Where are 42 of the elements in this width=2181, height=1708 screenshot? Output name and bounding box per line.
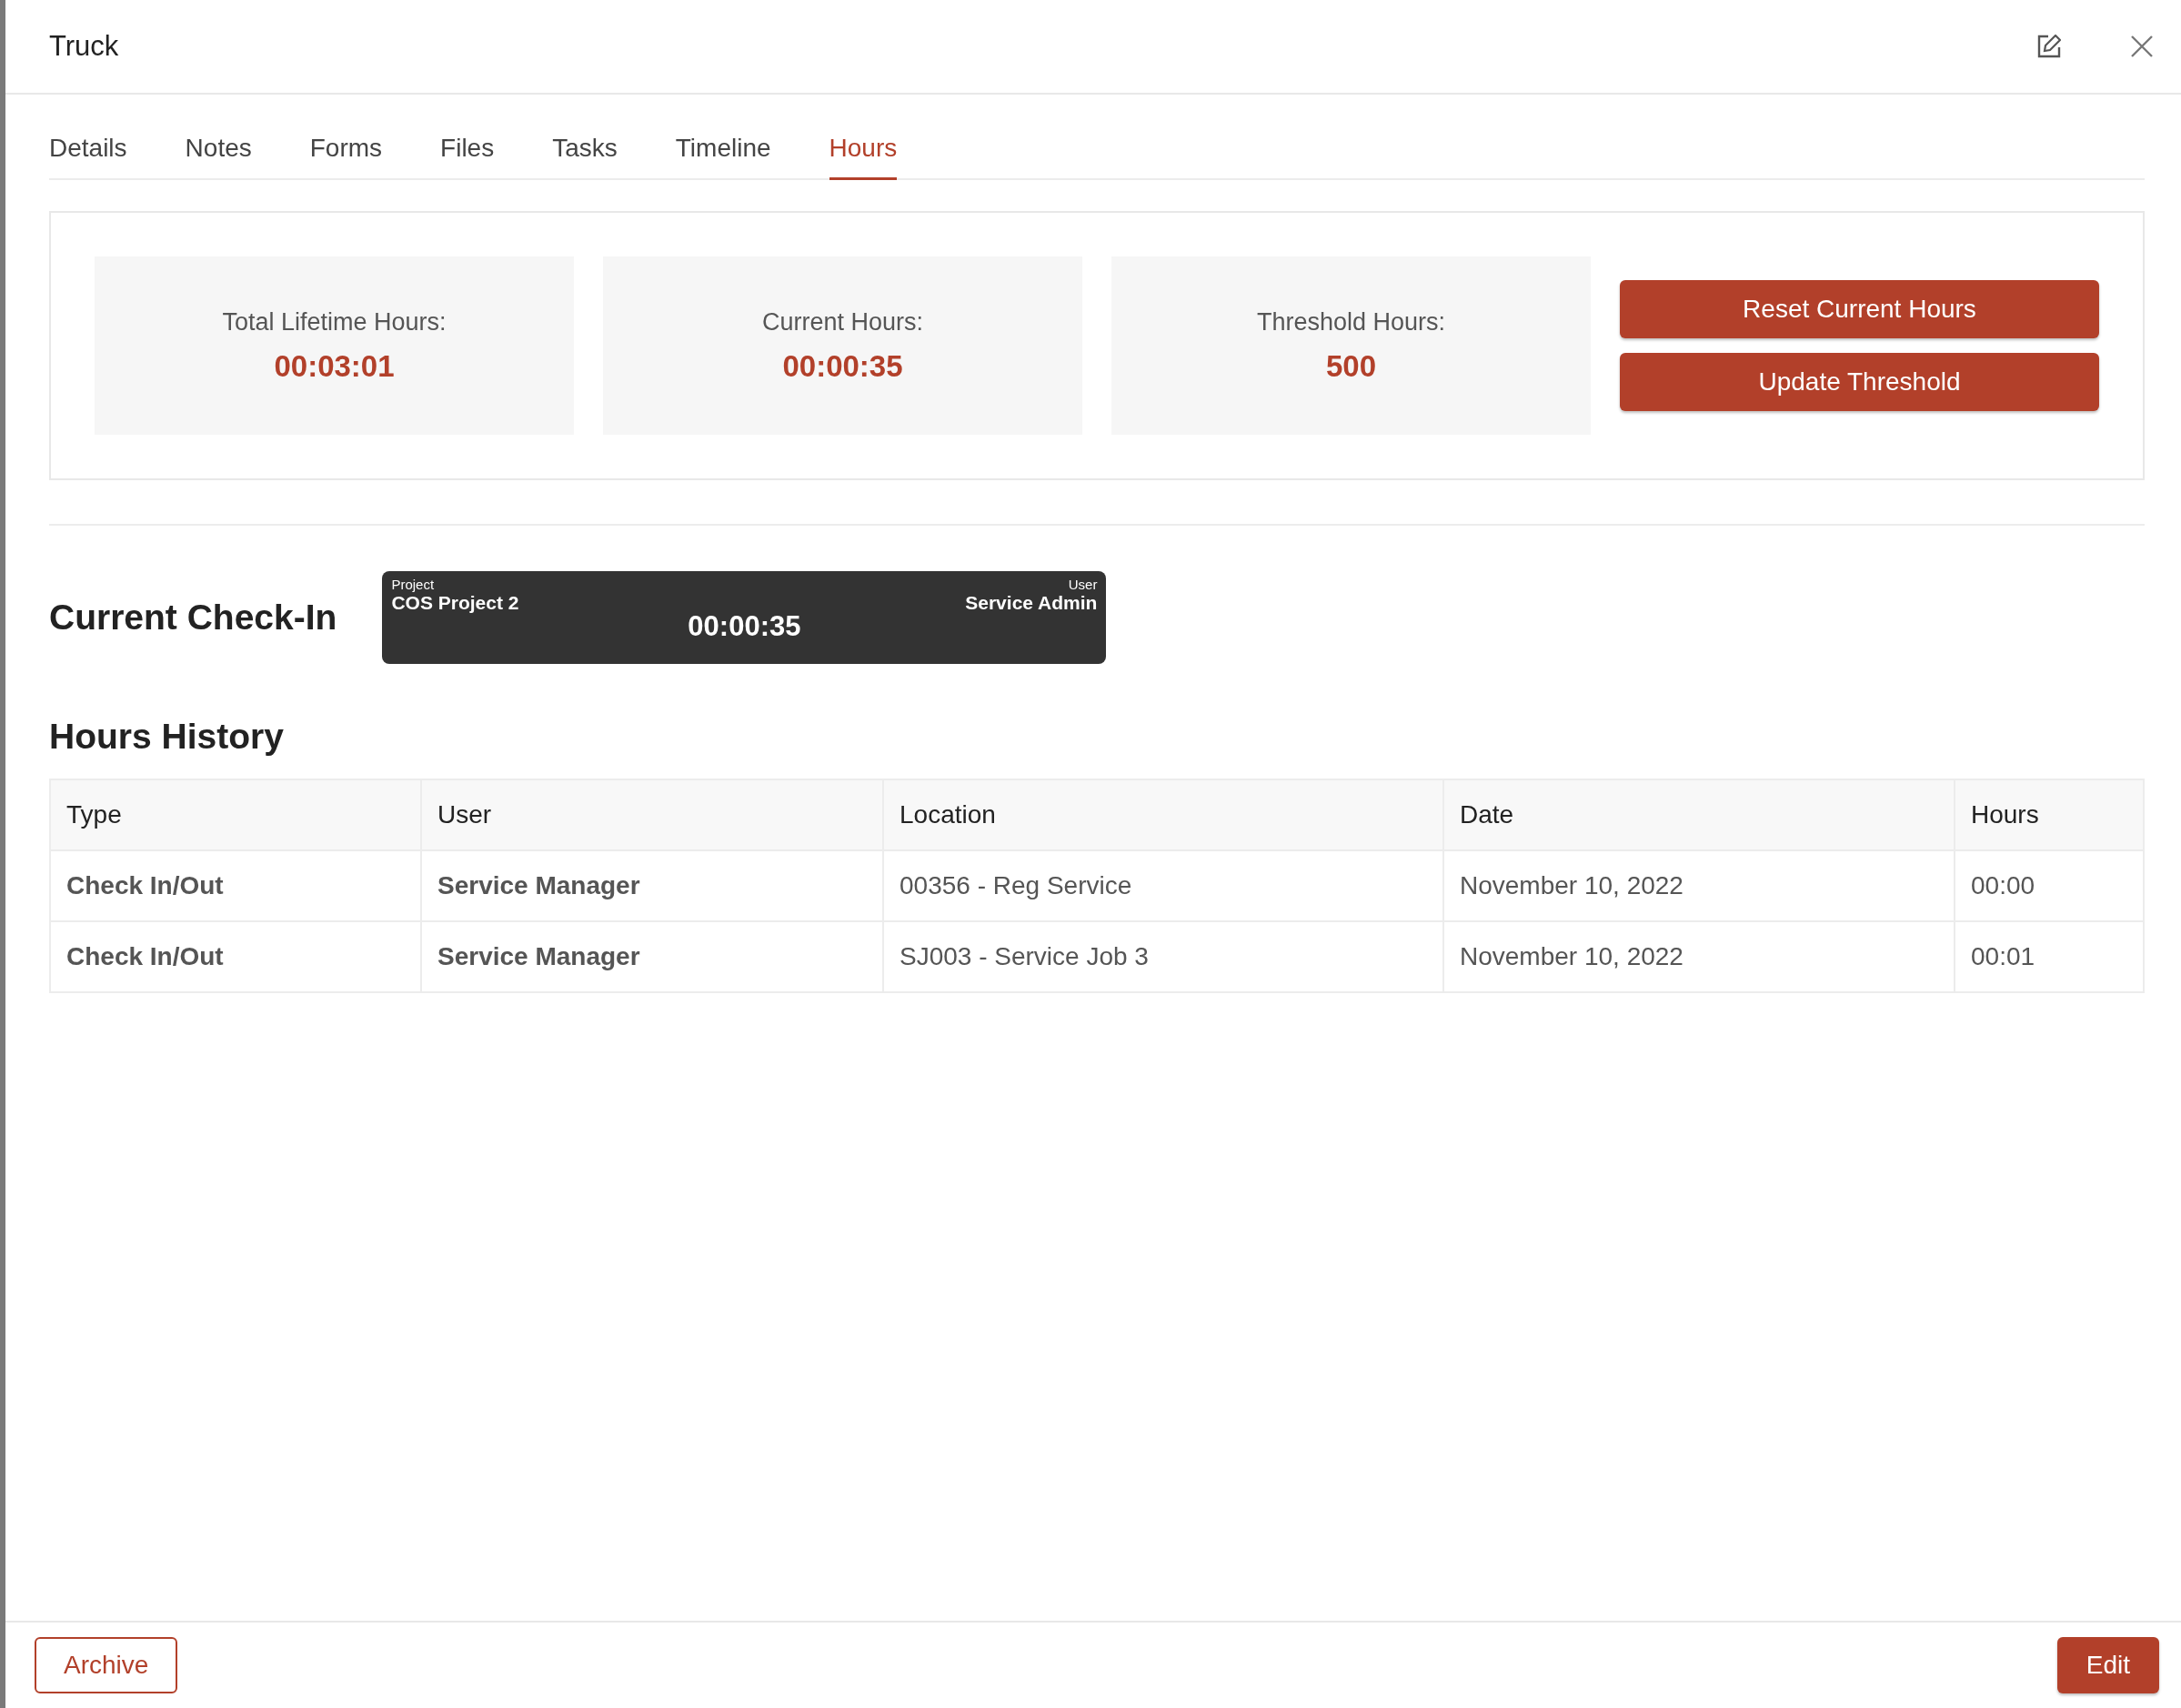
timer: 00:00:35 <box>688 610 801 643</box>
section-heading: Hours History <box>49 717 285 757</box>
tab[interactable]: Files <box>440 95 495 180</box>
tab[interactable]: Details <box>49 95 127 180</box>
table-cell: 00:01 <box>1955 921 2144 992</box>
table-cell: SJ003 - Service Job 3 <box>883 921 1443 992</box>
stat-value: 00:00:35 <box>782 348 903 384</box>
edit-icon[interactable] <box>2037 35 2061 58</box>
tab[interactable]: Tasks <box>552 95 618 180</box>
close-icon[interactable] <box>2130 35 2154 58</box>
column-header: Hours <box>1955 779 2144 850</box>
stat-value: 00:03:01 <box>274 348 395 384</box>
action-button[interactable]: Update Threshold <box>1620 353 2099 411</box>
table-cell: Check In/Out <box>50 921 421 992</box>
action-button[interactable]: Reset Current Hours <box>1620 280 2099 338</box>
stat-label: Total Lifetime Hours: <box>222 307 447 337</box>
table-cell: 00356 - Reg Service <box>883 850 1443 921</box>
table-cell: November 10, 2022 <box>1443 850 1955 921</box>
tab[interactable]: Forms <box>309 95 383 180</box>
user-label: User <box>1068 577 1098 592</box>
table-cell: Service Manager <box>421 921 883 992</box>
window-title: Truck <box>49 30 119 63</box>
tab[interactable]: Notes <box>185 95 252 180</box>
stat-value: 500 <box>1325 348 1377 384</box>
section-heading: Current Check-In <box>49 598 337 638</box>
user-name: Service Admin <box>965 592 1098 614</box>
archive-button[interactable]: Archive <box>35 1637 178 1693</box>
tab[interactable]: Hours <box>829 95 898 180</box>
column-header: User <box>421 779 883 850</box>
column-header: Location <box>883 779 1443 850</box>
project-label: Project <box>391 577 436 592</box>
tab[interactable]: Timeline <box>675 95 771 180</box>
table-cell: 00:00 <box>1955 850 2144 921</box>
stat-label: Current Hours: <box>761 307 924 337</box>
column-header: Type <box>50 779 421 850</box>
table-cell: November 10, 2022 <box>1443 921 1955 992</box>
stat-label: Threshold Hours: <box>1256 307 1446 337</box>
column-header: Date <box>1443 779 1955 850</box>
table-cell: Check In/Out <box>50 850 421 921</box>
edit-button[interactable]: Edit <box>2056 1637 2159 1693</box>
project-name: COS Project 2 <box>391 592 519 614</box>
table-cell: Service Manager <box>421 850 883 921</box>
